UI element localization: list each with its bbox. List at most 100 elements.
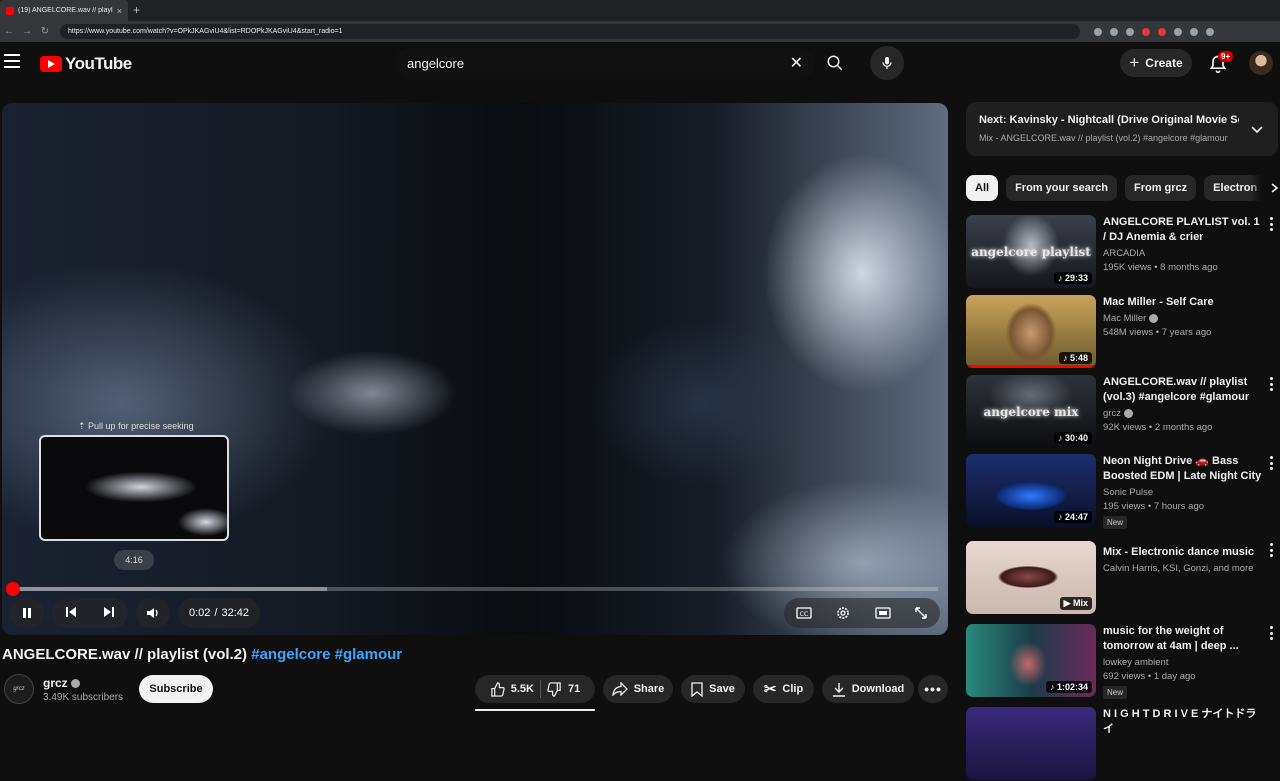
video-thumbnail[interactable]: angelcore mix ♪ 30:40 [966, 375, 1096, 448]
more-actions-button[interactable]: ••• [918, 675, 948, 703]
extension-icon[interactable] [1174, 27, 1182, 36]
search-input[interactable] [407, 55, 790, 71]
hashtag-link[interactable]: #angelcore [251, 646, 330, 663]
extension-icon[interactable] [1142, 27, 1150, 36]
svg-text:CC: CC [800, 611, 808, 618]
recommendation-channel-row[interactable]: Mac Miller [1103, 313, 1263, 324]
playlist-next-panel[interactable]: Next: Kavinsky - Nightcall (Drive Origin… [966, 102, 1278, 156]
recommendation-item[interactable]: ♪ 1:02:34 music for the weight of tomorr… [966, 624, 1280, 699]
share-button[interactable]: Share [603, 675, 673, 703]
youtube-logo[interactable]: YouTube [40, 54, 132, 74]
recommendation-channel: Calvin Harris, KSI, Gonzi, and more [1103, 563, 1254, 574]
channel-avatar[interactable]: grcz [4, 674, 34, 704]
download-button[interactable]: Download [822, 675, 914, 703]
progress-bar[interactable] [12, 587, 938, 591]
voice-search-button[interactable] [870, 46, 904, 80]
theater-mode-icon[interactable] [875, 606, 891, 620]
fullscreen-icon[interactable] [914, 606, 928, 620]
watched-progress [966, 365, 1096, 368]
verified-icon [1123, 409, 1133, 418]
next-up-subtitle: Mix - ANGELCORE.wav // playlist (vol.2) … [979, 133, 1228, 143]
video-thumbnail[interactable]: ▶ Mix [966, 541, 1096, 614]
more-vert-icon[interactable] [1266, 217, 1276, 231]
video-title: ANGELCORE.wav // playlist (vol.2) #angel… [2, 646, 402, 663]
recommendation-channel-row[interactable]: grcz [1103, 408, 1263, 419]
recommendation-channel[interactable]: Sonic Pulse [1103, 487, 1263, 498]
more-vert-icon[interactable] [1266, 377, 1276, 391]
pause-button[interactable] [10, 598, 44, 628]
chevron-down-icon[interactable] [1250, 122, 1264, 136]
save-button[interactable]: Save [681, 675, 745, 703]
chips-scroll-right-button[interactable] [1250, 175, 1280, 201]
more-vert-icon[interactable] [1266, 543, 1276, 557]
forward-icon[interactable]: → [18, 26, 36, 37]
video-thumbnail[interactable]: ♪ 24:47 [966, 454, 1096, 527]
volume-button[interactable] [136, 598, 170, 628]
duration-badge: ♪ 1:02:34 [1045, 681, 1092, 693]
chip-from-your-search[interactable]: From your search [1006, 175, 1117, 201]
extension-icon[interactable] [1190, 27, 1198, 36]
clip-button[interactable]: ✂ Clip [753, 675, 814, 703]
recommendation-meta: 195K views • 8 months ago [1103, 262, 1218, 273]
previous-button[interactable] [52, 606, 90, 621]
recommendation-item[interactable]: N I G H T D R I V E ナイトドライ [966, 707, 1280, 781]
next-up-title: Next: Kavinsky - Nightcall (Drive Origin… [979, 114, 1239, 126]
recommendation-info: Mix - Electronic dance music Calvin Harr… [1103, 545, 1263, 574]
close-tab-icon[interactable]: × [117, 6, 122, 16]
duration-badge: ♪ 29:33 [1053, 272, 1092, 284]
recommendation-channel[interactable]: ARCADIA [1103, 248, 1263, 259]
url-field[interactable]: https://www.youtube.com/watch?v=OPkJKAGv… [60, 24, 1080, 39]
video-player[interactable]: ⇡ Pull up for precise seeking 4:16 0:02 … [2, 103, 948, 635]
subscribe-button[interactable]: Subscribe [139, 675, 213, 703]
extension-icon[interactable] [1094, 27, 1102, 36]
chip-from-channel[interactable]: From grcz [1124, 175, 1197, 201]
seek-preview-thumbnail [39, 435, 229, 541]
browser-tab[interactable]: (19) ANGELCORE.wav // playlis × [0, 0, 128, 21]
video-thumbnail[interactable]: ♪ 1:02:34 [966, 624, 1096, 697]
youtube-favicon-icon [6, 6, 14, 15]
dislike-button[interactable]: 71 [547, 681, 580, 697]
settings-gear-icon[interactable] [835, 605, 851, 621]
create-button[interactable]: + Create [1120, 49, 1192, 77]
clip-label: Clip [782, 683, 804, 695]
video-thumbnail[interactable] [966, 707, 1096, 780]
new-tab-icon[interactable]: + [133, 3, 140, 17]
like-button[interactable]: 5.5K [490, 681, 534, 697]
chip-all[interactable]: All [966, 175, 999, 201]
hashtag-link[interactable]: #glamour [335, 646, 403, 663]
recommendation-item[interactable]: ♪ 24:47 Neon Night Drive 🚗 Bass Boosted … [966, 454, 1280, 529]
recommendation-title: ANGELCORE.wav // playlist (vol.3) #angel… [1103, 376, 1250, 403]
recommendation-item[interactable]: angelcore playlist ♪ 29:33 ANGELCORE PLA… [966, 215, 1280, 289]
recommendation-channel[interactable]: lowkey ambient [1103, 657, 1263, 668]
hamburger-menu-icon[interactable] [4, 54, 20, 68]
create-label: Create [1145, 56, 1183, 70]
verified-icon [70, 678, 80, 688]
progress-scrubber[interactable] [6, 582, 20, 596]
more-vert-icon[interactable] [1266, 456, 1276, 470]
next-button[interactable] [90, 606, 128, 621]
video-thumbnail[interactable]: angelcore playlist ♪ 29:33 [966, 215, 1096, 288]
reload-icon[interactable]: ↻ [36, 26, 54, 37]
back-icon[interactable]: ← [0, 26, 18, 37]
recommendation-item[interactable]: ♪ 5:48 Mac Miller - Self Care Mac Miller… [966, 295, 1280, 369]
extension-icon[interactable] [1126, 27, 1134, 36]
extensions-toolbar [1094, 27, 1214, 36]
recommendation-item[interactable]: angelcore mix ♪ 30:40 ANGELCORE.wav // p… [966, 375, 1280, 449]
recommendation-info: ANGELCORE PLAYLIST vol. 1 / DJ Anemia & … [1103, 215, 1263, 273]
channel-name[interactable]: grcz [43, 676, 80, 690]
subtitles-icon[interactable]: CC [796, 606, 812, 620]
extension-icon[interactable] [1158, 27, 1166, 36]
current-time: 0:02 [188, 607, 211, 619]
extension-icon[interactable] [1110, 27, 1118, 36]
video-thumbnail[interactable]: ♪ 5:48 [966, 295, 1096, 368]
like-underline [475, 709, 595, 711]
duration-badge: ♪ 30:40 [1053, 432, 1092, 444]
more-vert-icon[interactable] [1266, 626, 1276, 640]
recommendation-item[interactable]: ▶ Mix Mix - Electronic dance music Calvi… [966, 541, 1280, 615]
search-button[interactable] [822, 50, 848, 76]
recommendation-title: Mix - Electronic dance music [1103, 546, 1254, 558]
scissors-icon: ✂ [763, 681, 777, 698]
clear-search-icon[interactable]: ✕ [790, 53, 803, 73]
user-avatar[interactable] [1249, 51, 1273, 75]
profile-icon[interactable] [1206, 27, 1214, 36]
